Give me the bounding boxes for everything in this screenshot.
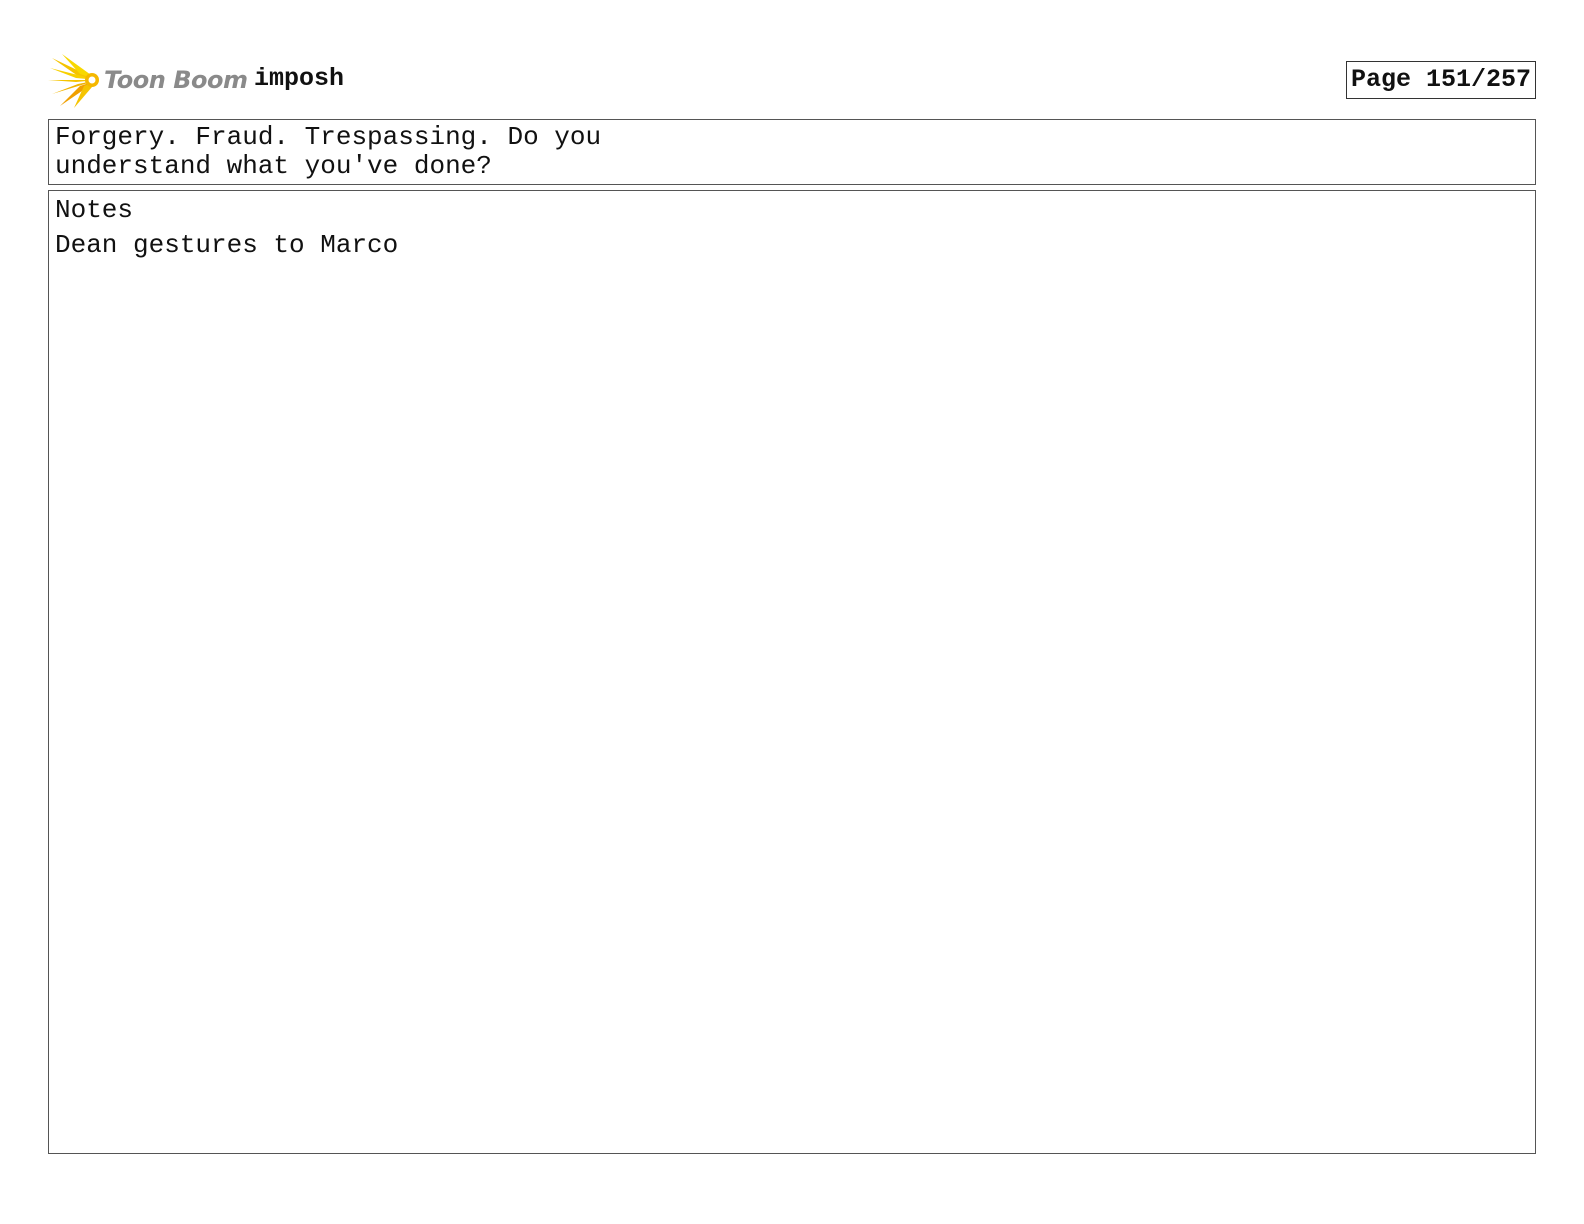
page-number-badge: Page 151/257	[1345, 61, 1536, 99]
dialogue-panel: Forgery. Fraud. Trespassing. Do you unde…	[48, 119, 1536, 185]
logo-text: Toon Boom	[104, 66, 248, 94]
notes-label: Notes	[55, 195, 134, 225]
notes-text: Dean gestures to Marco	[55, 230, 399, 260]
starburst-logo-icon	[48, 54, 99, 108]
page-header: Toon Boom imposh Page 151/257	[48, 54, 1536, 110]
notes-panel: Notes Dean gestures to Marco	[48, 190, 1536, 1154]
project-title: imposh	[254, 64, 345, 93]
toon-boom-logo: Toon Boom	[48, 54, 248, 110]
